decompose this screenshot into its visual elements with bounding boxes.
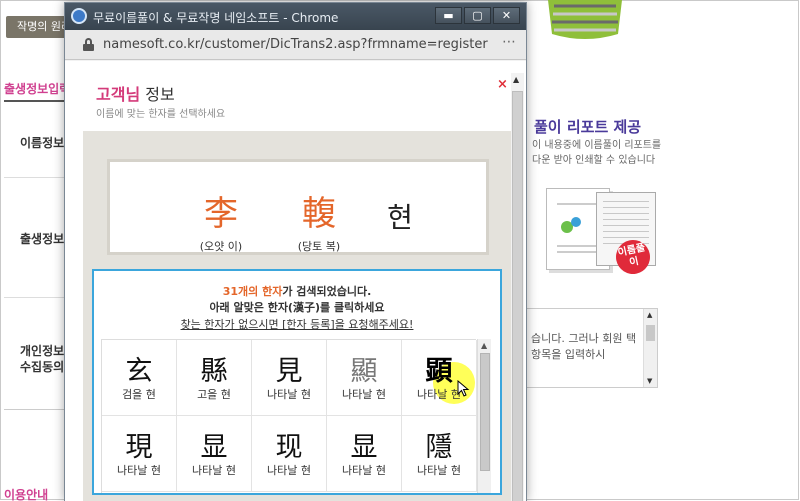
form-row-label: 개인정보 bbox=[20, 344, 65, 358]
scroll-down-arrow-icon[interactable]: ▼ bbox=[647, 377, 652, 385]
report-promo: 풀이 리포트 제공 이 내용중에 이름풀이 리포트를 다운 받아 인쇄할 수 있… bbox=[526, 100, 800, 400]
popup-content: 고객님 정보 이름에 맞는 한자를 선택하세요 × ▲ 李 (오얏 이) 輹 (… bbox=[65, 61, 526, 501]
hanja-meaning: 나타날 현 bbox=[267, 464, 311, 477]
report-title-b: 리포트 제공 bbox=[566, 118, 642, 136]
scroll-thumb[interactable] bbox=[512, 91, 523, 501]
site-favicon-icon bbox=[71, 8, 87, 24]
lock-icon[interactable] bbox=[83, 38, 94, 51]
hanja-meaning: 나타날 현 bbox=[342, 388, 386, 401]
mouse-cursor-icon bbox=[457, 380, 470, 397]
hanja-char: 显 bbox=[200, 432, 228, 463]
hanja-meaning: 나타날 현 bbox=[267, 388, 311, 401]
tab-naming-principle[interactable]: 작명의 원리 bbox=[6, 16, 70, 38]
result-hanja-word: 한자 bbox=[262, 285, 283, 298]
hanja-meaning: 검을 현 bbox=[122, 388, 156, 401]
hanja-search-result: 31개의 한자가 검색되었습니다. 아래 알맞은 한자(漢子)를 클릭하세요 찾… bbox=[92, 269, 502, 495]
popup-window: 무료이름풀이 & 무료작명 네임소프트 - Chrome ▬ ▢ ✕ names… bbox=[64, 2, 527, 501]
name-char-3: 현 bbox=[387, 201, 413, 234]
hanja-cell[interactable]: 显 나타날 현 bbox=[177, 416, 252, 492]
maximize-button[interactable]: ▢ bbox=[464, 7, 491, 24]
page-subtitle: 이름에 맞는 한자를 선택하세요 bbox=[96, 109, 226, 120]
report-description: 이 내용중에 이름풀이 리포트를 다운 받아 인쇄할 수 있습니다 bbox=[532, 140, 662, 166]
url-text[interactable]: namesoft.co.kr/customer/DicTrans2.asp?fr… bbox=[103, 37, 495, 52]
consent-textarea[interactable]: 습니다. 그러나 회원 택항목을 입력하시 ▲ ▼ bbox=[526, 308, 658, 388]
hanja-char: 現 bbox=[125, 432, 153, 463]
hanja-meaning: 고을 현 bbox=[197, 388, 231, 401]
hanja-grid-scrollbar[interactable]: ▲ bbox=[477, 339, 491, 493]
register-hanja-link[interactable]: 찾는 한자가 없으시면 [한자 등록]을 요청해주세요! bbox=[94, 316, 500, 332]
close-icon[interactable]: × bbox=[497, 77, 508, 92]
consent-scrollbar[interactable]: ▲ ▼ bbox=[643, 309, 657, 387]
hanja-cell[interactable]: 現 나타날 현 bbox=[102, 416, 177, 492]
report-title-a: 풀이 bbox=[534, 118, 562, 136]
window-title: 무료이름풀이 & 무료작명 네임소프트 - Chrome bbox=[93, 11, 339, 25]
form-row-privacy: 개인정보 수집동의 bbox=[4, 298, 66, 410]
hanja-char: 見 bbox=[275, 356, 303, 387]
popup-header: 고객님 정보 이름에 맞는 한자를 선택하세요 × bbox=[65, 61, 511, 131]
hanja-char: 显 bbox=[350, 432, 378, 463]
scroll-thumb[interactable] bbox=[480, 353, 490, 471]
hanja-meaning: 나타날 현 bbox=[342, 464, 386, 477]
address-bar[interactable]: namesoft.co.kr/customer/DicTrans2.asp?fr… bbox=[65, 30, 526, 60]
hanja-cell[interactable]: 縣 고을 현 bbox=[177, 340, 252, 416]
selected-name-box: 李 (오얏 이) 輹 (당토 복) 현 bbox=[107, 159, 489, 255]
spool-logo bbox=[548, 0, 622, 39]
hanja-cell[interactable]: 现 나타날 현 bbox=[252, 416, 327, 492]
minimize-button[interactable]: ▬ bbox=[435, 7, 462, 24]
scroll-up-arrow-icon[interactable]: ▲ bbox=[481, 341, 487, 350]
popup-scrollbar[interactable]: ▲ bbox=[511, 73, 524, 501]
popup-body: 李 (오얏 이) 輹 (당토 복) 현 31개의 한자가 검색되었습니다. 아래… bbox=[83, 131, 511, 501]
hanja-grid: 玄 검을 현 縣 고을 현 見 나타날 현 顯 나타날 현 顕 나타날 현 現 … bbox=[101, 339, 477, 493]
result-count-message: 31개의 한자가 검색되었습니다. bbox=[94, 283, 500, 299]
page-title-accent: 고객님 bbox=[96, 85, 141, 104]
hanja-char: 隱 bbox=[425, 432, 453, 463]
name-reading-2: (당토 복) bbox=[297, 240, 341, 253]
hanja-meaning: 나타날 현 bbox=[417, 464, 461, 477]
scroll-thumb[interactable] bbox=[646, 325, 655, 341]
more-options-icon[interactable]: ⋯ bbox=[502, 34, 516, 50]
name-char-1: 李 bbox=[204, 194, 238, 234]
hanja-cell[interactable]: 显 나타날 현 bbox=[327, 416, 402, 492]
consent-text: 습니다. 그러나 회원 택항목을 입력하시 bbox=[531, 332, 637, 361]
hanja-char: 顯 bbox=[350, 356, 378, 387]
form-row-label: 이름정보 bbox=[20, 136, 65, 150]
page-title-rest: 정보 bbox=[140, 85, 175, 104]
hanja-char: 现 bbox=[275, 432, 303, 463]
result-instruction: 아래 알맞은 한자(漢子)를 클릭하세요 bbox=[209, 301, 385, 314]
window-titlebar[interactable]: 무료이름풀이 & 무료작명 네임소프트 - Chrome ▬ ▢ ✕ bbox=[65, 3, 526, 30]
result-rest: 가 검색되었습니다. bbox=[282, 285, 372, 298]
form-row-label: 출생정보 bbox=[20, 232, 65, 246]
usage-guide-title: 이용안내 bbox=[4, 488, 49, 501]
hanja-cell[interactable]: 顯 나타날 현 bbox=[327, 340, 402, 416]
hanja-cell[interactable]: 見 나타날 현 bbox=[252, 340, 327, 416]
window-controls: ▬ ▢ ✕ bbox=[435, 7, 520, 24]
result-count: 31개의 bbox=[222, 285, 259, 298]
page-title: 고객님 정보 bbox=[96, 81, 175, 105]
form-row-birth: 출생정보 bbox=[4, 178, 66, 298]
hanja-char: 縣 bbox=[200, 356, 228, 387]
registration-form: 이름정보 출생정보 개인정보 수집동의 bbox=[4, 100, 66, 410]
hanja-meaning: 나타날 현 bbox=[117, 464, 161, 477]
form-row-name: 이름정보 bbox=[4, 102, 66, 178]
hanja-cell[interactable]: 隱 나타날 현 bbox=[402, 416, 477, 492]
name-reading-1: (오얏 이) bbox=[199, 240, 243, 253]
report-title: 풀이 리포트 제공 bbox=[534, 116, 641, 137]
scroll-up-arrow-icon[interactable]: ▲ bbox=[647, 311, 652, 319]
hanja-cell[interactable]: 玄 검을 현 bbox=[102, 340, 177, 416]
hanja-char: 玄 bbox=[125, 356, 153, 387]
hanja-meaning: 나타날 현 bbox=[192, 464, 236, 477]
name-char-2: 輹 bbox=[302, 194, 336, 234]
close-window-button[interactable]: ✕ bbox=[493, 7, 520, 24]
scroll-up-arrow-icon[interactable]: ▲ bbox=[513, 75, 519, 84]
form-row-label: 수집동의 bbox=[20, 360, 65, 374]
hanja-cell-hovered[interactable]: 顕 나타날 현 bbox=[402, 340, 477, 416]
birth-info-section-title: 출생정보입력 bbox=[4, 82, 66, 96]
